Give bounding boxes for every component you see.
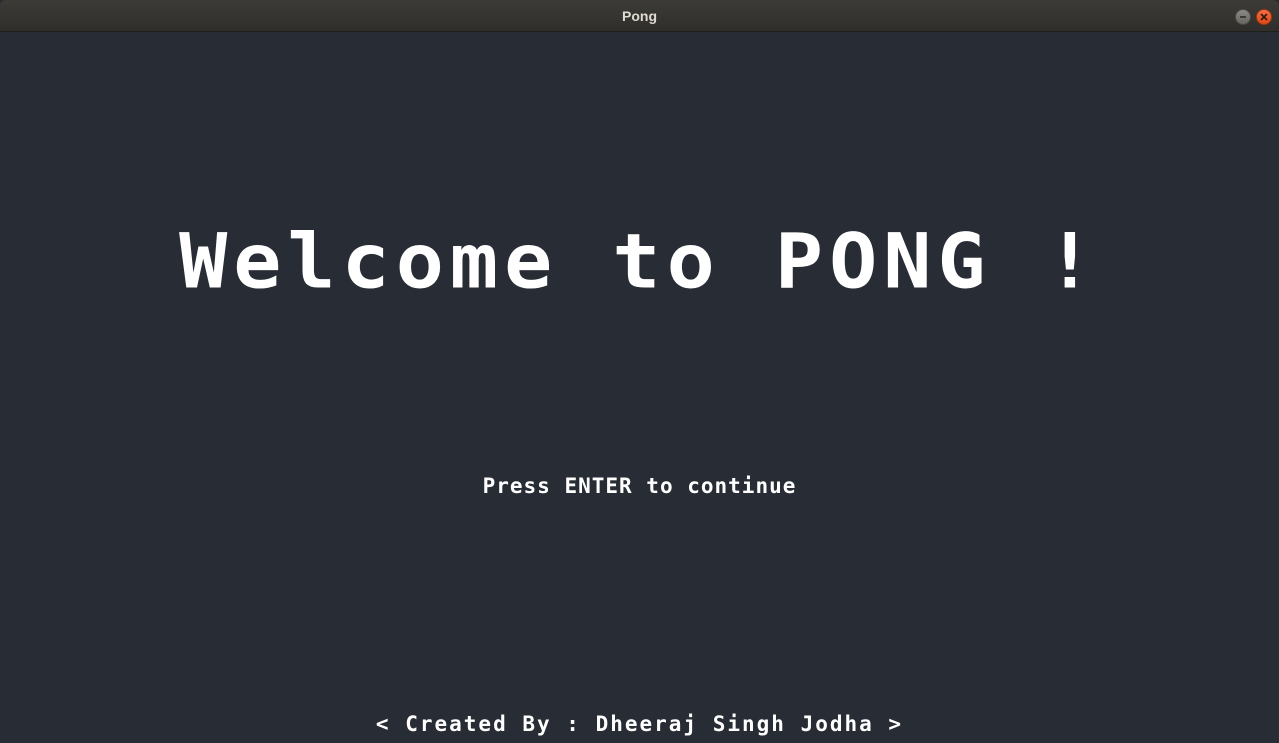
app-window: Pong Welcome to PONG ! Press ENTER to co…: [0, 0, 1279, 743]
credits-text: < Created By : Dheeraj Singh Jodha >: [375, 712, 904, 736]
window-title: Pong: [622, 8, 657, 24]
title-bar[interactable]: Pong: [0, 0, 1279, 32]
welcome-headline: Welcome to PONG !: [179, 217, 1100, 306]
close-icon: [1260, 13, 1268, 21]
game-canvas[interactable]: Welcome to PONG ! Press ENTER to continu…: [0, 32, 1279, 743]
close-button[interactable]: [1256, 9, 1272, 25]
minimize-button[interactable]: [1235, 9, 1251, 25]
continue-prompt: Press ENTER to continue: [482, 474, 797, 498]
